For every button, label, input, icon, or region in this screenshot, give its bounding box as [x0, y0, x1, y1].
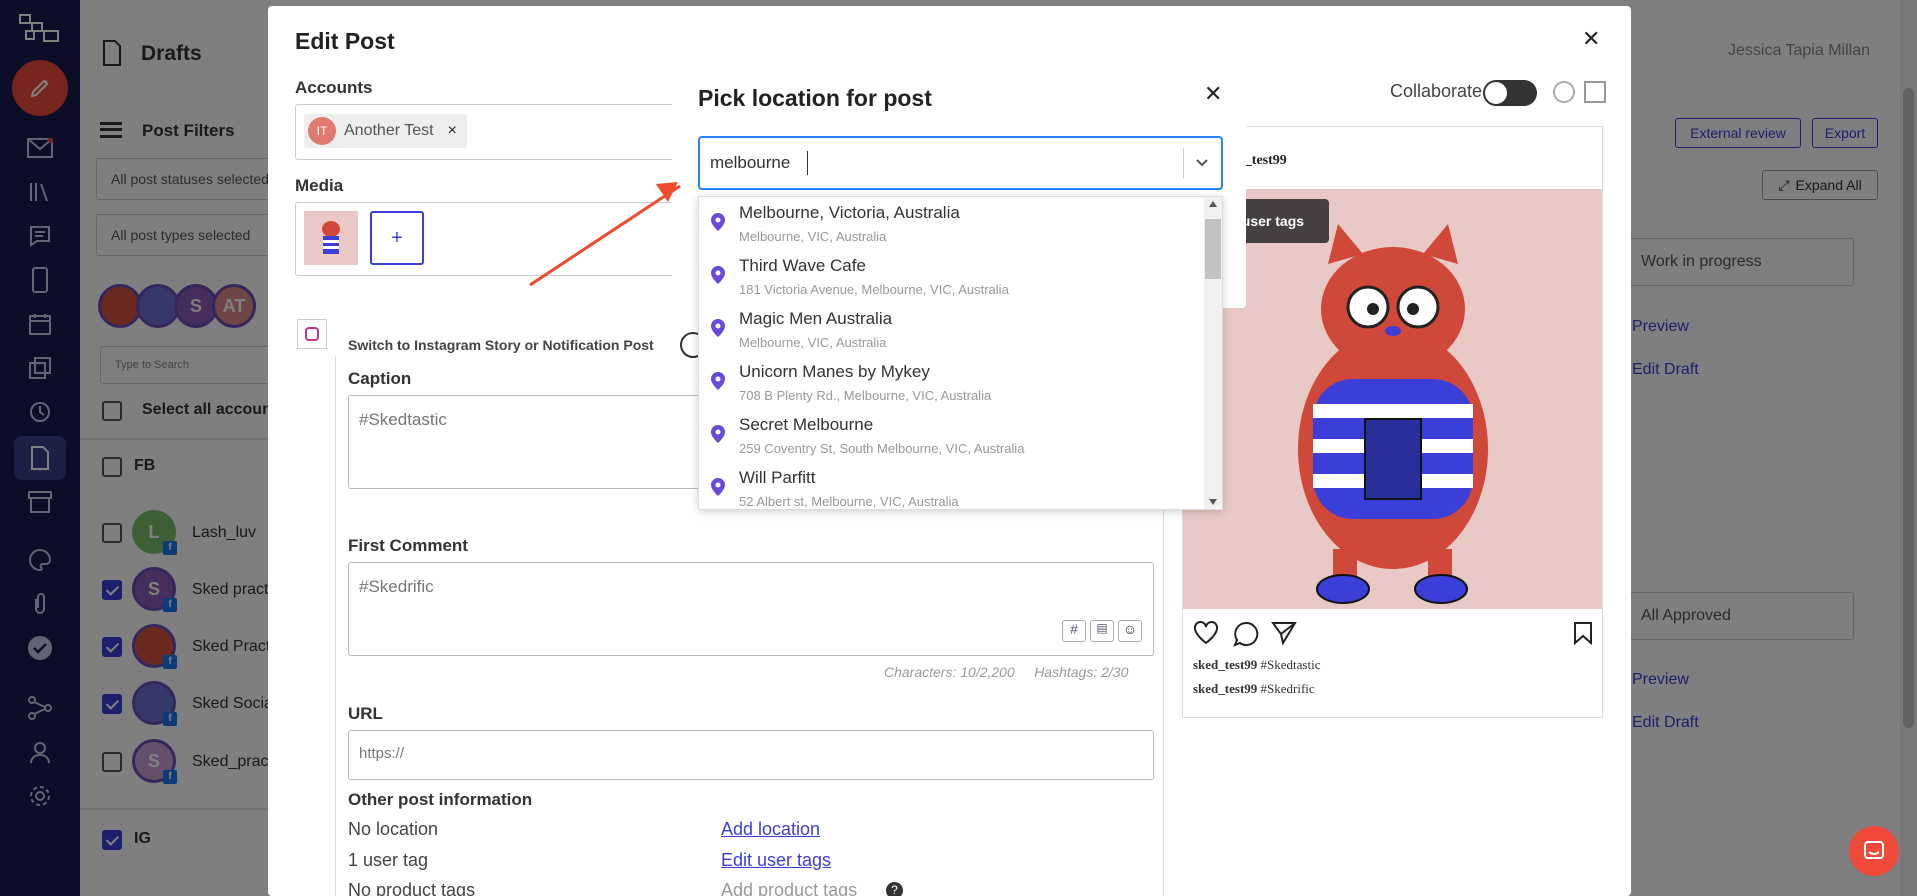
text-cursor: [807, 151, 808, 175]
location-option-address: Melbourne, VIC, Australia: [739, 335, 887, 350]
location-pin-icon: [711, 213, 725, 236]
location-options-dropdown: Melbourne, Victoria, Australia Melbourne,…: [698, 196, 1223, 510]
picker-title: Pick location for post: [698, 85, 932, 111]
location-pin-icon: [711, 478, 725, 501]
location-search-value: melbourne: [710, 153, 791, 172]
location-option-name: Third Wave Cafe: [739, 256, 866, 275]
chevron-down-icon[interactable]: [1194, 154, 1210, 175]
location-option-address: 52 Albert st, Melbourne, VIC, Australia: [739, 494, 959, 509]
location-pin-icon: [711, 266, 725, 289]
location-option-address: 259 Coventry St, South Melbourne, VIC, A…: [739, 441, 1025, 456]
location-option-name: Secret Melbourne: [739, 415, 874, 434]
chat-icon: [1864, 841, 1884, 859]
location-option[interactable]: Melbourne, Victoria, Australia Melbourne,…: [699, 197, 1204, 250]
location-option-name: Will Parfitt: [739, 468, 816, 487]
location-search-input[interactable]: melbourne: [698, 136, 1223, 190]
location-option-address: 181 Victoria Avenue, Melbourne, VIC, Aus…: [739, 282, 1009, 297]
location-option[interactable]: Secret Melbourne 259 Coventry St, South M…: [699, 409, 1204, 462]
location-pin-icon: [711, 425, 725, 448]
location-option-address: 708 B Plenty Rd., Melbourne, VIC, Austra…: [739, 388, 992, 403]
location-option[interactable]: Will Parfitt 52 Albert st, Melbourne, VIC…: [699, 462, 1204, 509]
location-option-address: Melbourne, VIC, Australia: [739, 229, 887, 244]
location-option[interactable]: Magic Men Australia Melbourne, VIC, Austr…: [699, 303, 1204, 356]
location-option[interactable]: Third Wave Cafe 181 Victoria Avenue, Melb…: [699, 250, 1204, 303]
location-option[interactable]: Unicorn Manes by Mykey 708 B Plenty Rd., …: [699, 356, 1204, 409]
location-option-name: Melbourne, Victoria, Australia: [739, 203, 960, 222]
chat-launcher-button[interactable]: [1849, 826, 1899, 876]
divider: [1183, 148, 1184, 178]
location-pin-icon: [711, 319, 725, 342]
annotation-arrow: [529, 182, 681, 287]
dropdown-scrollbar[interactable]: [1204, 197, 1222, 509]
location-option-name: Unicorn Manes by Mykey: [739, 362, 930, 381]
location-option-name: Magic Men Australia: [739, 309, 893, 328]
close-icon[interactable]: ✕: [1204, 81, 1222, 107]
location-pin-icon: [711, 372, 725, 395]
